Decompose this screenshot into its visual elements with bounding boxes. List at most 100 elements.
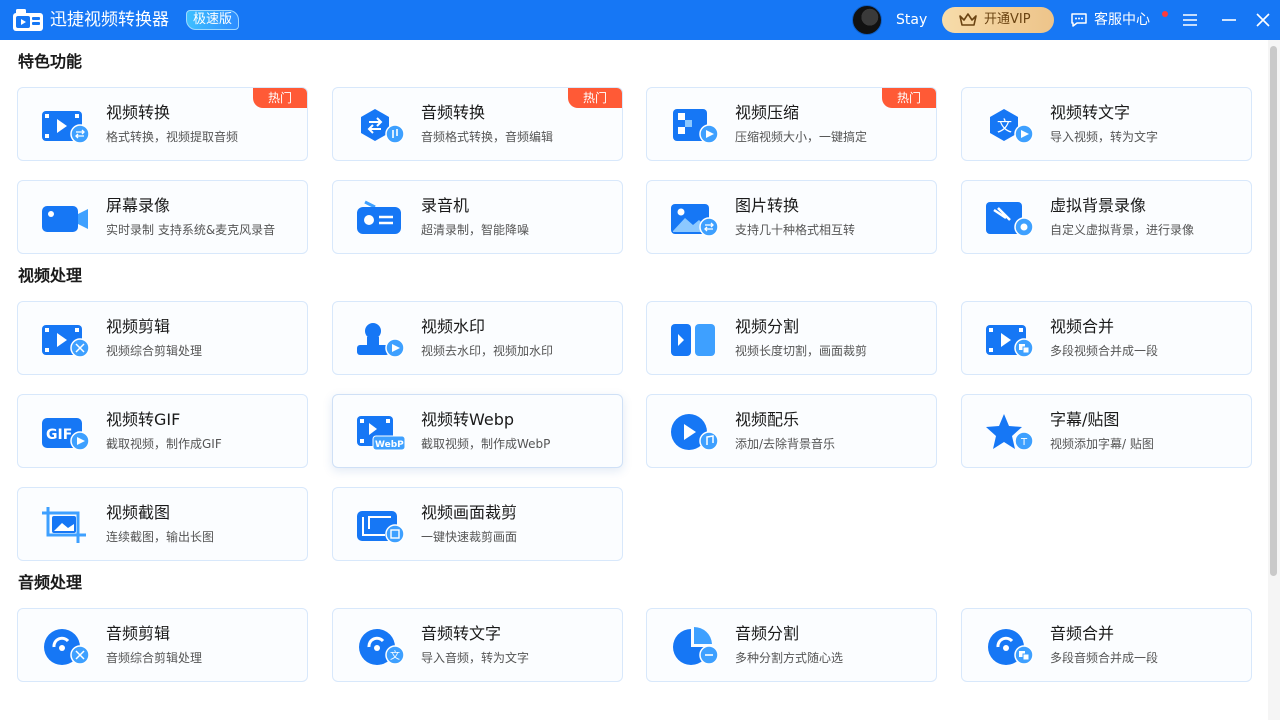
virtual-background-icon — [986, 202, 1034, 237]
recorder-icon — [357, 200, 401, 234]
svg-text:GIF: GIF — [46, 427, 72, 443]
svg-text:T: T — [1020, 437, 1028, 448]
feature-name: 视频压缩 — [735, 103, 800, 122]
feature-card[interactable]: 视频合并多段视频合并成一段 — [961, 301, 1252, 375]
feature-name: 视频转文字 — [1050, 103, 1131, 122]
image-convert-icon — [671, 204, 719, 237]
scrollbar-thumb[interactable] — [1270, 46, 1277, 576]
feature-card[interactable]: 屏幕录像实时录制 支持系统&麦克风录音 — [17, 180, 308, 254]
feature-description: 视频去水印，视频加水印 — [421, 344, 554, 358]
feature-name: 视频剪辑 — [106, 317, 171, 336]
feature-card[interactable]: 视频配乐添加/去除背景音乐 — [646, 394, 937, 468]
audio-split-icon — [673, 627, 719, 665]
feature-description: 支持几十种格式相互转 — [735, 223, 856, 237]
feature-name: 视频水印 — [421, 317, 486, 336]
feature-name: 虚拟背景录像 — [1050, 196, 1147, 215]
chat-icon — [1071, 13, 1087, 27]
feature-card[interactable]: 音频转换音频格式转换，音频编辑 热门 — [332, 87, 623, 161]
customer-service-button[interactable]: 客服中心 — [1070, 10, 1150, 30]
video-merge-icon — [986, 325, 1034, 358]
feature-card[interactable]: 文 视频转文字 导入视频，转为文字 — [961, 87, 1252, 161]
video-convert-icon — [42, 111, 90, 144]
feature-card[interactable]: 图片转换 支持几十种格式相互转 — [646, 180, 937, 254]
edition-badge: 极速版 — [186, 10, 240, 30]
close-icon[interactable] — [1253, 10, 1273, 30]
feature-description: 多段视频合并成一段 — [1050, 344, 1159, 358]
video-screenshot-icon — [42, 507, 86, 543]
menu-icon[interactable] — [1180, 10, 1200, 30]
feature-name: 录音机 — [421, 196, 470, 215]
audio-convert-icon — [361, 109, 405, 144]
feature-name: 屏幕录像 — [106, 196, 171, 215]
feature-description: 添加/去除背景音乐 — [735, 437, 836, 451]
section-title: 音频处理 — [18, 573, 83, 592]
username[interactable]: Stay — [896, 11, 927, 29]
feature-card[interactable]: 视频压缩 压缩视频大小，一键搞定 热门 — [646, 87, 937, 161]
feature-card[interactable]: 视频水印视频去水印，视频加水印 — [332, 301, 623, 375]
feature-card[interactable]: 虚拟背景录像自定义虚拟背景，进行录像 — [961, 180, 1252, 254]
feature-name: 视频合并 — [1050, 317, 1115, 336]
feature-description: 格式转换，视频提取音频 — [106, 130, 239, 144]
feature-card[interactable]: 视频画面裁剪 一键快速裁剪画面 — [332, 487, 623, 561]
feature-card[interactable]: 音频剪辑 音频综合剪辑处理 — [17, 608, 308, 682]
feature-description: 自定义虚拟背景，进行录像 — [1050, 223, 1195, 237]
minimize-icon[interactable] — [1219, 10, 1239, 30]
feature-card[interactable]: 录音机超清录制，智能降噪 — [332, 180, 623, 254]
app-title: 迅捷视频转换器 — [50, 10, 169, 30]
crown-icon — [959, 13, 977, 26]
feature-description: 视频添加字幕/ 贴图 — [1050, 437, 1154, 451]
user-avatar[interactable] — [852, 5, 882, 35]
feature-name: 音频转文字 — [421, 624, 502, 643]
feature-name: 视频转换 — [106, 103, 171, 122]
subtitle-sticker-icon: T — [986, 414, 1034, 451]
feature-card[interactable]: GIF 视频转GIF 截取视频，制作成GIF — [17, 394, 308, 468]
screen-record-icon — [42, 206, 88, 232]
feature-description: 截取视频，制作成GIF — [106, 437, 222, 451]
feature-description: 视频综合剪辑处理 — [106, 344, 203, 358]
video-to-webp-icon: WebP — [357, 416, 406, 451]
video-to-gif-icon: GIF — [42, 418, 90, 451]
video-compress-icon — [673, 109, 719, 144]
feature-card[interactable]: 文 音频转文字 导入音频，转为文字 — [332, 608, 623, 682]
feature-name: 视频转Webp — [421, 410, 515, 429]
feature-description: 连续截图，输出长图 — [106, 530, 215, 544]
hot-badge: 热门 — [253, 88, 307, 108]
section-title: 视频处理 — [18, 266, 83, 285]
feature-card[interactable]: 视频分割视频长度切割，画面裁剪 — [646, 301, 937, 375]
feature-name: 字幕/贴图 — [1050, 410, 1120, 429]
feature-name: 音频转换 — [421, 103, 486, 122]
service-label: 客服中心 — [1094, 12, 1150, 28]
video-crop-icon — [357, 511, 405, 544]
feature-description: 实时录制 支持系统&麦克风录音 — [106, 223, 276, 237]
feature-card[interactable]: 音频分割多种分割方式随心选 — [646, 608, 937, 682]
feature-card[interactable]: 视频转换格式转换，视频提取音频 热门 — [17, 87, 308, 161]
feature-card[interactable]: T 字幕/贴图视频添加字幕/ 贴图 — [961, 394, 1252, 468]
main-content: 特色功能 视频转换 格式转换，视频提取音频 热门 音频转换 音频格式转换，音频编辑 热门视… — [0, 40, 1268, 720]
feature-description: 导入视频，转为文字 — [1050, 130, 1159, 144]
hot-badge: 热门 — [568, 88, 622, 108]
audio-to-text-icon: 文 — [359, 629, 405, 665]
vip-button[interactable]: 开通VIP — [942, 7, 1054, 33]
feature-card[interactable]: 音频合并 多段音频合并成一段 — [961, 608, 1252, 682]
notification-dot — [1162, 11, 1168, 17]
feature-name: 音频分割 — [735, 624, 800, 643]
feature-name: 音频合并 — [1050, 624, 1115, 643]
feature-description: 多种分割方式随心选 — [735, 651, 844, 665]
scrollbar[interactable] — [1268, 40, 1280, 720]
feature-card[interactable]: 视频截图 连续截图，输出长图 — [17, 487, 308, 561]
vip-label: 开通VIP — [984, 12, 1031, 27]
feature-description: 音频格式转换，音频编辑 — [421, 130, 554, 144]
feature-description: 截取视频，制作成WebP — [421, 437, 551, 451]
svg-text:WebP: WebP — [375, 440, 404, 450]
video-music-icon — [671, 414, 719, 451]
feature-name: 视频配乐 — [735, 410, 800, 429]
svg-text:文: 文 — [390, 649, 400, 662]
feature-description: 超清录制，智能降噪 — [421, 223, 530, 237]
app-logo-icon — [13, 9, 43, 31]
feature-description: 音频综合剪辑处理 — [106, 651, 203, 665]
hot-badge: 热门 — [882, 88, 936, 108]
feature-description: 视频长度切割，画面裁剪 — [735, 344, 868, 358]
feature-card[interactable]: WebP 视频转Webp 截取视频，制作成WebP — [332, 394, 623, 468]
feature-name: 视频分割 — [735, 317, 800, 336]
feature-card[interactable]: 视频剪辑视频综合剪辑处理 — [17, 301, 308, 375]
